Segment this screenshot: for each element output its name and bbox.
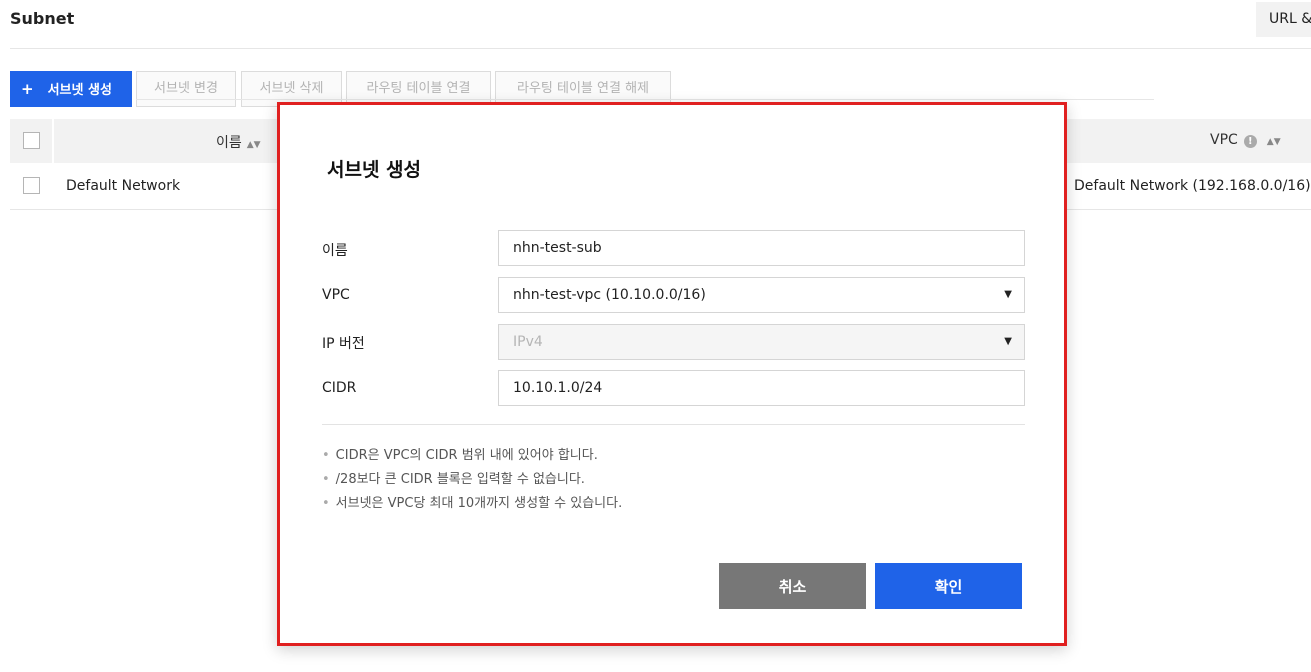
bullet-icon: • <box>322 496 330 511</box>
help-notes: • CIDR은 VPC의 CIDR 범위 내에 있어야 합니다. • /28보다 큰… <box>322 444 622 516</box>
toolbar-divider <box>136 99 1154 100</box>
select-all-checkbox[interactable] <box>23 132 40 149</box>
create-subnet-button[interactable]: + 서브넷 생성 <box>10 71 132 107</box>
cancel-button[interactable]: 취소 <box>719 563 866 609</box>
header-divider <box>10 48 1311 49</box>
row-name: Default Network <box>66 178 181 194</box>
note-item: • CIDR은 VPC의 CIDR 범위 내에 있어야 합니다. <box>322 444 622 468</box>
header-checkbox-cell <box>10 119 54 163</box>
ip-version-label: IP 버전 <box>322 336 365 352</box>
bullet-icon: • <box>322 472 330 487</box>
vpc-select[interactable]: nhn-test-vpc (10.10.0.0/16) ▼ <box>498 277 1025 313</box>
change-subnet-button[interactable]: 서브넷 변경 <box>136 71 236 107</box>
create-subnet-dialog: 서브넷 생성 이름 nhn-test-sub VPC nhn-test-vpc … <box>277 102 1067 646</box>
column-header-vpc-label: VPC <box>1210 132 1238 148</box>
sort-icon[interactable]: ▲▼ <box>1267 137 1281 147</box>
vpc-select-value: nhn-test-vpc (10.10.0.0/16) <box>513 287 706 303</box>
cidr-input[interactable]: 10.10.1.0/24 <box>498 370 1025 406</box>
column-header-name[interactable]: 이름 ▲▼ <box>216 132 261 152</box>
sort-icon[interactable]: ▲▼ <box>247 140 261 150</box>
row-vpc: Default Network (192.168.0.0/16) <box>1074 178 1311 194</box>
url-button[interactable]: URL & <box>1256 2 1311 37</box>
info-icon[interactable]: ! <box>1243 135 1257 148</box>
note-item: • /28보다 큰 CIDR 블록은 입력할 수 없습니다. <box>322 468 622 492</box>
dialog-title: 서브넷 생성 <box>327 159 422 181</box>
plus-icon: + <box>21 80 34 98</box>
bullet-icon: • <box>322 448 330 463</box>
vpc-label: VPC <box>322 287 350 303</box>
create-subnet-label: 서브넷 생성 <box>47 83 112 98</box>
column-header-name-label: 이름 <box>216 135 242 151</box>
note-text: CIDR은 VPC의 CIDR 범위 내에 있어야 합니다. <box>335 448 598 463</box>
name-label: 이름 <box>322 243 348 259</box>
form-divider <box>322 424 1025 425</box>
cidr-label: CIDR <box>322 380 357 396</box>
ip-version-select: IPv4 ▼ <box>498 324 1025 360</box>
ip-version-select-value: IPv4 <box>513 334 543 350</box>
caret-down-icon: ▼ <box>1004 289 1012 300</box>
row-checkbox[interactable] <box>23 177 40 194</box>
column-header-vpc[interactable]: VPC! ▲▼ <box>1210 132 1281 148</box>
note-item: • 서브넷은 VPC당 최대 10개까지 생성할 수 있습니다. <box>322 492 622 516</box>
name-input[interactable]: nhn-test-sub <box>498 230 1025 266</box>
note-text: 서브넷은 VPC당 최대 10개까지 생성할 수 있습니다. <box>335 496 623 511</box>
caret-down-icon: ▼ <box>1004 336 1012 347</box>
note-text: /28보다 큰 CIDR 블록은 입력할 수 없습니다. <box>335 472 585 487</box>
page-title: Subnet <box>10 9 75 28</box>
confirm-button[interactable]: 확인 <box>875 563 1022 609</box>
